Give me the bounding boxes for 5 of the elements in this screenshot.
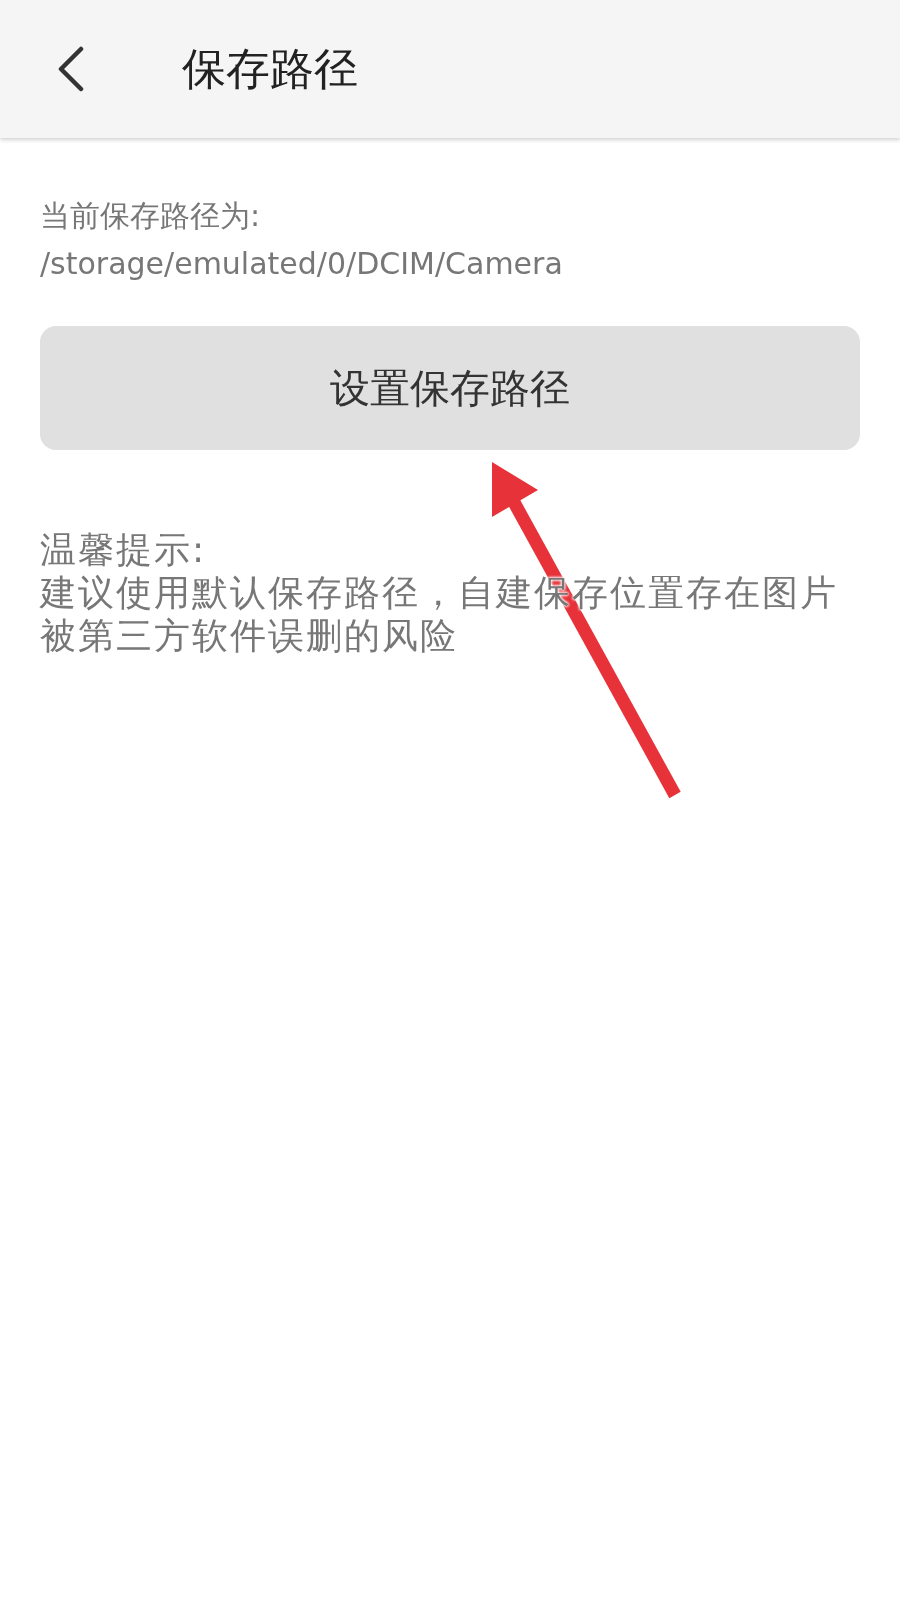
path-value: /storage/emulated/0/DCIM/Camera (40, 245, 564, 283)
page-title: 保存路径 (182, 41, 358, 96)
set-path-button[interactable]: 设置保存路径 (40, 326, 860, 450)
path-label: 当前保存路径为: (40, 197, 262, 235)
tip-title: 温馨提示: (40, 528, 207, 571)
